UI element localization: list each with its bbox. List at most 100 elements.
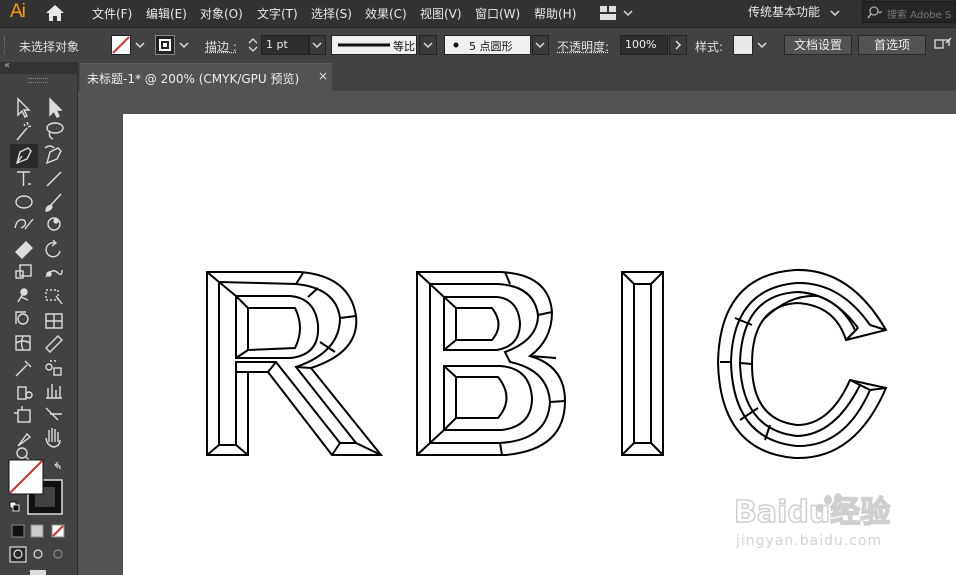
stroke-dropdown-icon[interactable] — [179, 41, 189, 49]
graphic-style-swatch[interactable] — [733, 35, 753, 55]
stroke-color-icon — [159, 39, 171, 51]
letter-c-outline[interactable] — [716, 268, 888, 460]
fill-dropdown-icon[interactable] — [135, 41, 145, 49]
column-graph-tool-icon[interactable] — [46, 384, 62, 399]
menu-edit[interactable]: 编辑(E) — [146, 5, 187, 22]
search-placeholder: 搜索 Adobe S — [887, 10, 952, 21]
blob-brush-tool-icon[interactable] — [47, 217, 61, 231]
stroke-profile-line-icon — [338, 43, 390, 47]
fill-stroke-widget[interactable] — [8, 459, 63, 515]
ellipse-tool-icon[interactable] — [15, 195, 33, 209]
free-transform-tool-icon[interactable] — [45, 289, 63, 305]
eyedropper-alt-icon[interactable] — [17, 432, 32, 447]
workspace-label: 传统基本功能 — [748, 5, 821, 19]
selection-status: 未选择对象 — [19, 40, 80, 54]
eraser-tool-icon[interactable] — [15, 241, 33, 259]
tools-icons — [8, 97, 65, 575]
color-mode-buttons[interactable] — [11, 524, 65, 538]
menu-bar: Ai 文件(F) 编辑(E) 对象(O) 文字(T) 选择(S) 效果(C) 视… — [0, 0, 956, 28]
width-profile-dropdown[interactable]: 等比 — [331, 35, 417, 55]
scale-tool-icon[interactable] — [15, 264, 32, 279]
paintbrush-tool-icon[interactable] — [45, 193, 62, 212]
fill-swatch[interactable] — [111, 35, 131, 55]
magic-wand-tool-icon[interactable] — [16, 121, 32, 141]
menu-select[interactable]: 选择(S) — [311, 5, 352, 22]
screen-mode-icon[interactable] — [30, 570, 46, 575]
stroke-weight-dropdown[interactable] — [309, 35, 326, 55]
menu-window[interactable]: 窗口(W) — [475, 5, 520, 22]
slice-tool-icon[interactable] — [45, 407, 62, 421]
workspace-switcher[interactable]: 传统基本功能 — [748, 3, 820, 20]
warp-tool-icon[interactable] — [45, 269, 63, 278]
mesh-tool-icon[interactable] — [15, 335, 31, 351]
shaper-tool-icon[interactable] — [14, 218, 34, 230]
chevron-down-icon — [312, 42, 322, 49]
brush-arrow[interactable] — [532, 35, 549, 55]
none-color-icon — [112, 36, 130, 54]
curvature-tool-icon[interactable] — [44, 145, 62, 165]
menu-type[interactable]: 文字(T) — [257, 5, 298, 22]
chevron-down-icon — [535, 42, 545, 49]
gradient-tool-icon[interactable] — [45, 335, 63, 353]
control-bar: 未选择对象 描边 : 1 pt 等比 5 点圆形 不透明度: 100% 样式: … — [0, 28, 956, 63]
preferences-button[interactable]: 首选项 — [858, 35, 926, 55]
opacity-label[interactable]: 不透明度: — [557, 38, 609, 55]
align-icon[interactable] — [933, 37, 953, 53]
opacity-label-text: 不透明度 — [557, 40, 606, 54]
menu-object[interactable]: 对象(O) — [200, 5, 243, 22]
stroke-swatch[interactable] — [155, 35, 175, 55]
opacity-input[interactable]: 100% — [620, 35, 668, 55]
control-bar-grip[interactable] — [4, 36, 9, 54]
style-dropdown-icon[interactable] — [757, 41, 767, 49]
stroke-profile-label: 等比 — [393, 40, 415, 53]
watermark-brand-text: Baidu经验 — [734, 495, 890, 530]
direct-selection-tool-icon[interactable] — [49, 97, 63, 118]
eyedropper-tool-icon[interactable] — [15, 360, 32, 377]
shape-builder-tool-icon[interactable] — [15, 311, 29, 325]
type-tool-icon[interactable] — [17, 171, 31, 186]
arrange-documents-icon[interactable] — [598, 3, 638, 23]
letter-r-outline[interactable] — [206, 271, 384, 456]
search-input[interactable]: 搜索 Adobe S — [862, 1, 956, 23]
menu-file[interactable]: 文件(F) — [92, 5, 132, 22]
chevron-down-icon[interactable] — [830, 8, 840, 18]
menu-help[interactable]: 帮助(H) — [534, 5, 576, 22]
menu-view[interactable]: 视图(V) — [420, 5, 462, 22]
draw-mode-buttons[interactable] — [9, 546, 63, 563]
brush-label: 5 点圆形 — [469, 40, 513, 53]
style-label: 样式: — [695, 40, 724, 54]
baidu-watermark-logo: Baidu经验 — [733, 493, 891, 530]
width-profile-arrow[interactable] — [419, 35, 437, 55]
puppet-warp-tool-icon[interactable] — [17, 288, 29, 303]
document-setup-button[interactable]: 文档设置 — [784, 35, 852, 55]
close-icon[interactable]: × — [318, 69, 328, 83]
document-tab-title: 未标题-1* @ 200% (CMYK/GPU 预览) — [87, 72, 300, 86]
pen-tool-highlight — [10, 144, 38, 168]
stroke-label[interactable]: 描边 : — [205, 38, 237, 55]
opacity-expand[interactable] — [669, 35, 687, 55]
document-tab-bar: 未标题-1* @ 200% (CMYK/GPU 预览) × — [78, 62, 956, 91]
artboard-tool-icon[interactable] — [14, 406, 31, 423]
lasso-tool-icon[interactable] — [46, 122, 64, 140]
selection-tool-icon[interactable] — [17, 97, 31, 118]
hand-tool-icon[interactable] — [45, 428, 61, 448]
style-label-text: 样式 — [695, 40, 720, 54]
document-tab[interactable]: 未标题-1* @ 200% (CMYK/GPU 预览) × — [80, 63, 332, 91]
home-icon[interactable] — [44, 3, 66, 23]
perspective-grid-tool-icon[interactable] — [45, 313, 63, 329]
rotate-tool-icon[interactable] — [45, 239, 61, 258]
round-brush-icon — [453, 42, 459, 48]
letter-b-outline[interactable] — [416, 271, 567, 456]
brush-dropdown[interactable]: 5 点圆形 — [444, 35, 531, 55]
letter-i-outline[interactable] — [621, 271, 664, 456]
app-logo: Ai — [10, 1, 26, 22]
blend-tool-icon[interactable] — [45, 360, 62, 376]
stroke-label-text: 描边 — [205, 40, 230, 54]
symbol-sprayer-tool-icon[interactable] — [17, 386, 33, 400]
chevron-right-icon — [675, 40, 682, 50]
line-segment-tool-icon[interactable] — [46, 171, 62, 187]
stroke-weight-input[interactable]: 1 pt — [261, 35, 309, 55]
tools-panel: « — [0, 60, 78, 575]
stepper-icon[interactable] — [247, 36, 259, 54]
menu-effect[interactable]: 效果(C) — [365, 5, 407, 22]
